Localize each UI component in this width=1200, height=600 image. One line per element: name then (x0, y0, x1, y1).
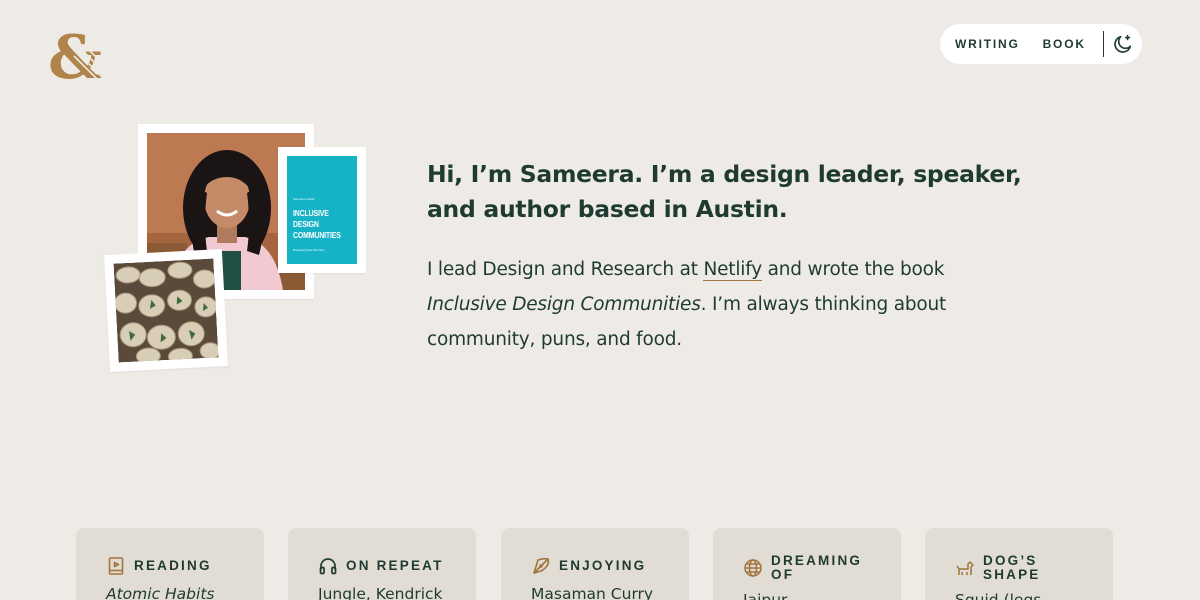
intro-text-part2: and wrote the book (761, 259, 945, 280)
card-dreaming-of-value: Jaipur (743, 591, 788, 600)
book-icon (106, 556, 126, 576)
card-enjoying-value: Masaman Curry (531, 585, 654, 600)
moon-star-icon[interactable] (1111, 32, 1135, 56)
card-enjoying: ENJOYING Masaman Curry (501, 528, 689, 600)
book-cover-photo: Sameera Kapila INCLUSIVE DESIGN COMMUNIT… (278, 147, 366, 273)
nav-divider (1102, 31, 1104, 57)
card-dogs-shape: DOG’S SHAPE Squid (legs (925, 528, 1113, 600)
card-dogs-shape-label: DOG’S SHAPE (983, 553, 1041, 582)
pizza-slice-icon (531, 556, 551, 576)
food-photo (104, 248, 228, 373)
top-nav: WRITING BOOK (940, 24, 1142, 64)
nav-writing-link[interactable]: WRITING (955, 37, 1020, 51)
ampersand-logo-icon[interactable]: & & (46, 23, 104, 93)
book-name: Inclusive Design Communities (427, 294, 701, 315)
book-cover-title: INCLUSIVE DESIGN COMMUNITIES (293, 208, 341, 240)
card-dreaming-of-label: DREAMING OF (771, 553, 863, 582)
dog-icon (955, 558, 975, 578)
card-dreaming-of: DREAMING OF Jaipur (713, 528, 901, 600)
card-dogs-shape-value: Squid (legs (955, 591, 1042, 600)
headphones-icon (318, 556, 338, 576)
hero-intro: I lead Design and Research at Netlify an… (427, 252, 1027, 357)
hero-headline: Hi, I’m Sameera. I’m a design leader, sp… (427, 160, 1022, 223)
card-reading: READING Atomic Habits (76, 528, 264, 600)
card-on-repeat: ON REPEAT Jungle, Kendrick (288, 528, 476, 600)
card-enjoying-label: ENJOYING (559, 558, 647, 573)
card-reading-value: Atomic Habits (106, 585, 215, 600)
book-cover-subtitle: Breaking Down Barriers (293, 248, 325, 252)
globe-icon (743, 558, 763, 578)
card-reading-label: READING (134, 558, 212, 573)
book-cover-author: Sameera Kapila (293, 197, 315, 201)
intro-text-part1: I lead Design and Research at (427, 259, 704, 280)
netlify-link[interactable]: Netlify (703, 259, 762, 281)
card-on-repeat-value: Jungle, Kendrick (318, 585, 443, 600)
nav-book-link[interactable]: BOOK (1043, 37, 1086, 51)
card-on-repeat-label: ON REPEAT (346, 558, 444, 573)
